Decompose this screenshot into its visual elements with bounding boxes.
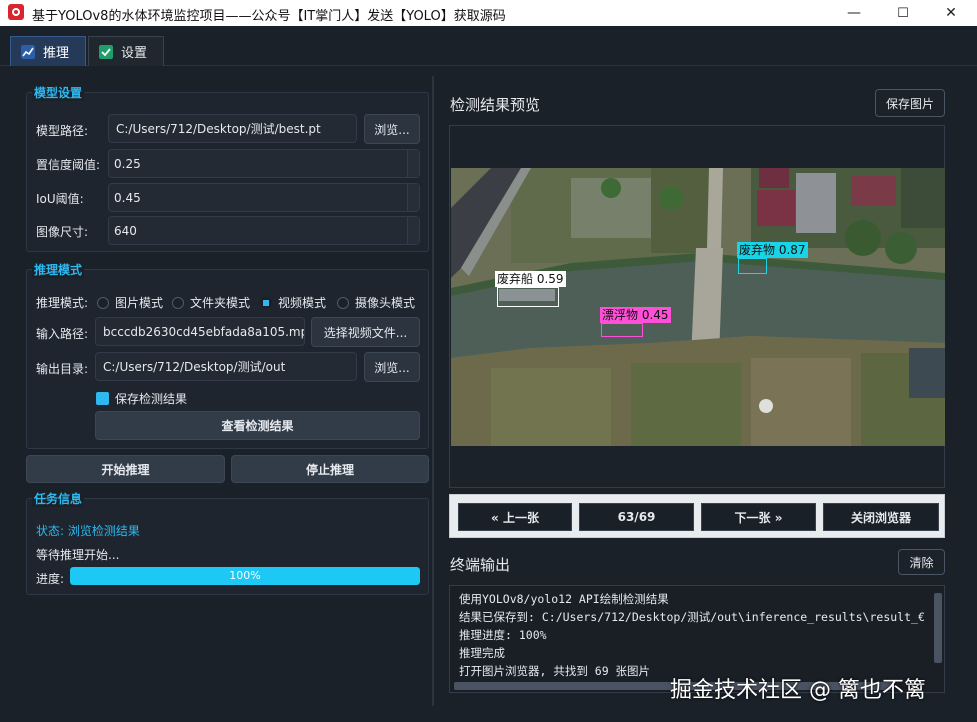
radio-video-mode-label: 视频模式 [278, 296, 327, 310]
task-info-title: 任务信息 [32, 490, 85, 507]
tab-settings[interactable]: 设置 [88, 36, 164, 66]
detection-image: 废弃物 0.87 废弃船 0.59 漂浮物 0.45 [451, 168, 945, 446]
aerial-scene [451, 168, 945, 446]
iou-stepper-icon[interactable] [407, 184, 419, 211]
tab-inference[interactable]: 推理 [10, 36, 86, 66]
terminal-line: 推理完成 [459, 646, 505, 660]
detection-label-abandoned-boat: 废弃船 0.59 [495, 271, 566, 287]
terminal-line: 结果已保存到: C:/Users/712/Desktop/测试/out\infe… [459, 610, 925, 624]
status-message: 等待推理开始... [36, 548, 120, 562]
watermark-text: 掘金技术社区 @ 篱也不篱 [670, 678, 926, 703]
radio-video-mode[interactable]: 视频模式 [260, 294, 326, 311]
image-size-spinbox[interactable]: 640 [108, 216, 420, 245]
save-image-button[interactable]: 保存图片 [875, 89, 945, 117]
iou-label: IoU阈值: [36, 192, 84, 206]
image-counter: 63/69 [579, 503, 694, 531]
next-image-button[interactable]: 下一张 » [701, 503, 816, 531]
inference-mode-group: 推理模式 推理模式: 图片模式 文件夹模式 视频模式 摄像头模式 输入路径: b… [26, 261, 429, 449]
confidence-value: 0.25 [114, 156, 141, 171]
close-browser-button[interactable]: 关闭浏览器 [823, 503, 939, 531]
status-text: 状态: 浏览检测结果 [36, 524, 140, 538]
image-size-stepper-icon[interactable] [407, 217, 419, 244]
radio-folder-mode[interactable]: 文件夹模式 [172, 294, 250, 311]
output-dir-label: 输出目录: [36, 362, 89, 376]
select-video-button[interactable]: 选择视频文件... [311, 317, 420, 347]
minimize-button[interactable]: — [831, 0, 877, 26]
tab-inference-label: 推理 [43, 46, 70, 61]
progress-bar: 100% [70, 567, 420, 585]
view-results-button[interactable]: 查看检测结果 [95, 411, 420, 440]
radio-dot-icon [337, 296, 349, 309]
terminal-title: 终端输出 [450, 556, 511, 574]
model-browse-button[interactable]: 浏览... [364, 114, 420, 144]
save-results-label: 保存检测结果 [115, 392, 188, 406]
terminal-line: 使用YOLOv8/yolo12 API绘制检测结果 [459, 592, 669, 606]
progress-label: 进度: [36, 572, 65, 586]
image-navigation-bar: « 上一张 63/69 下一张 » 关闭浏览器 [449, 494, 945, 538]
panel-splitter[interactable] [432, 76, 434, 706]
input-path-label: 输入路径: [36, 327, 89, 341]
radio-dot-icon [172, 296, 184, 309]
detection-label-floating: 漂浮物 0.45 [600, 307, 671, 323]
model-settings-title: 模型设置 [32, 84, 85, 101]
preview-title: 检测结果预览 [450, 96, 541, 114]
detection-box-abandoned-boat [497, 287, 559, 307]
terminal-vertical-scrollbar[interactable] [934, 588, 942, 678]
start-inference-button[interactable]: 开始推理 [26, 455, 225, 483]
radio-camera-mode-label: 摄像头模式 [355, 296, 416, 310]
terminal-line: 推理进度: 100% [459, 628, 547, 642]
prev-image-button[interactable]: « 上一张 [458, 503, 572, 531]
maximize-button[interactable]: ☐ [880, 0, 926, 26]
output-browse-button[interactable]: 浏览... [364, 352, 420, 382]
close-button[interactable]: ✕ [928, 0, 974, 26]
tab-settings-label: 设置 [121, 46, 148, 61]
image-size-label: 图像尺寸: [36, 225, 89, 239]
stop-inference-button[interactable]: 停止推理 [231, 455, 429, 483]
image-size-value: 640 [114, 223, 137, 238]
iou-value: 0.45 [114, 190, 141, 205]
detection-box-waste [738, 258, 767, 274]
checkbox-checked-icon [96, 392, 109, 405]
detection-label-waste: 废弃物 0.87 [737, 242, 808, 258]
title-bar: 基于YOLOv8的水体环境监控项目——公众号【IT掌门人】发送【YOLO】获取源… [0, 0, 977, 26]
radio-selected-icon [260, 296, 272, 309]
task-info-group: 任务信息 状态: 浏览检测结果 等待推理开始... 进度: 100% [26, 490, 429, 595]
radio-image-mode[interactable]: 图片模式 [97, 294, 163, 311]
model-path-input[interactable]: C:/Users/712/Desktop/测试/best.pt [108, 114, 357, 143]
detection-box-floating [601, 323, 643, 337]
radio-image-mode-label: 图片模式 [115, 296, 164, 310]
iou-spinbox[interactable]: 0.45 [108, 183, 420, 212]
chart-line-icon [21, 44, 35, 59]
radio-folder-mode-label: 文件夹模式 [190, 296, 251, 310]
model-path-label: 模型路径: [36, 124, 89, 138]
window-title: 基于YOLOv8的水体环境监控项目——公众号【IT掌门人】发送【YOLO】获取源… [32, 9, 506, 24]
app-logo-icon [8, 4, 24, 20]
radio-camera-mode[interactable]: 摄像头模式 [337, 294, 415, 311]
save-results-checkbox[interactable]: 保存检测结果 [96, 390, 187, 407]
confidence-spinbox[interactable]: 0.25 [108, 149, 420, 178]
confidence-stepper-icon[interactable] [407, 150, 419, 177]
preview-panel: 废弃物 0.87 废弃船 0.59 漂浮物 0.45 [449, 125, 945, 488]
check-square-icon [99, 44, 113, 59]
clear-terminal-button[interactable]: 清除 [898, 549, 945, 575]
inference-mode-title: 推理模式 [32, 261, 85, 278]
input-path-input[interactable]: bcccdb2630cd45ebfada8a105.mp4 [95, 317, 305, 346]
output-dir-input[interactable]: C:/Users/712/Desktop/测试/out [95, 352, 357, 381]
mode-label: 推理模式: [36, 296, 89, 310]
terminal-line: 打开图片浏览器, 共找到 69 张图片 [459, 664, 651, 678]
progress-text: 100% [229, 569, 261, 582]
model-settings-group: 模型设置 模型路径: C:/Users/712/Desktop/测试/best.… [26, 84, 429, 252]
radio-dot-icon [97, 296, 109, 309]
tab-bar: 推理 设置 [0, 26, 977, 66]
confidence-label: 置信度阈值: [36, 158, 101, 172]
